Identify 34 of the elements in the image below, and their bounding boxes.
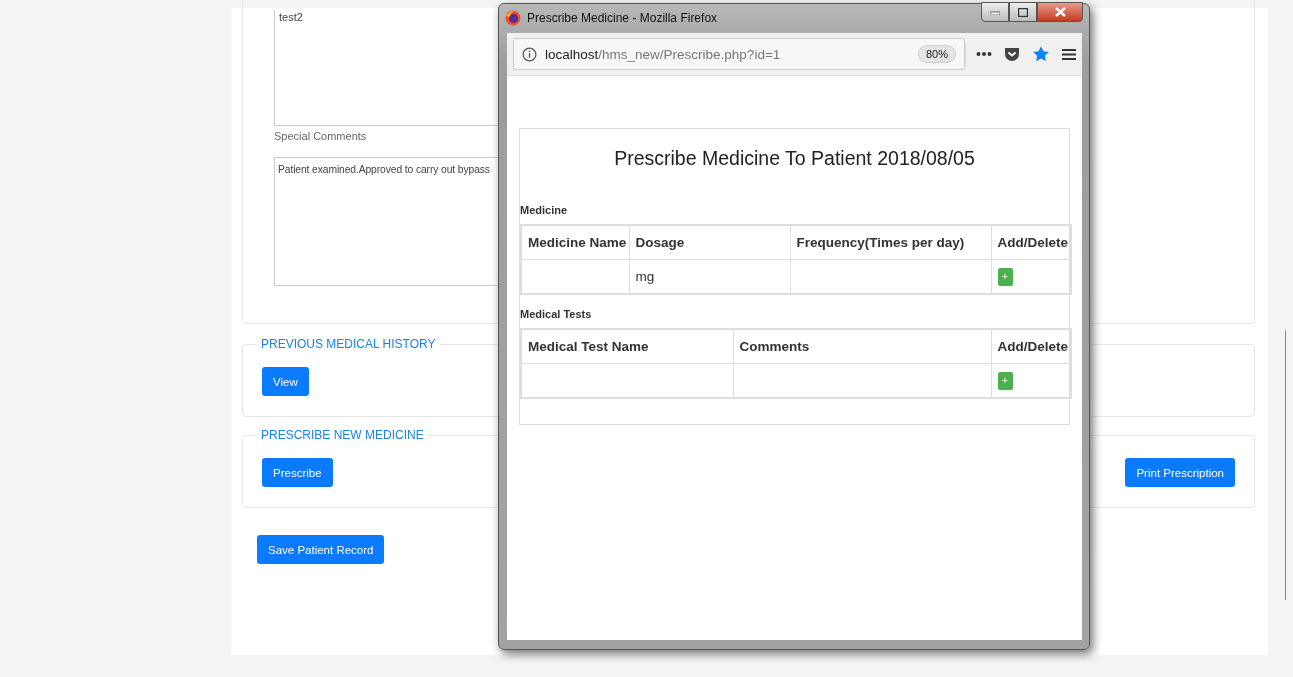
close-button[interactable]: [1037, 2, 1083, 22]
more-icon[interactable]: [976, 51, 992, 57]
zoom-badge[interactable]: 80%: [917, 45, 956, 63]
address-bar[interactable]: localhost/hms_new/Prescribe.php?id=1 80%: [513, 38, 965, 70]
shield-icon[interactable]: [1004, 46, 1020, 62]
section-legend: PRESCRIBE NEW MEDICINE: [257, 428, 428, 442]
save-button[interactable]: Save Patient Record: [257, 535, 385, 564]
page-heading: Prescribe Medicine To Patient 2018/08/05: [613, 146, 976, 171]
field-label: Special Comments: [274, 130, 367, 142]
prescribe-button[interactable]: Prescribe: [262, 458, 333, 487]
add-button[interactable]: +: [997, 267, 1013, 286]
info-icon[interactable]: [522, 46, 537, 62]
table-caption: Medical Tests: [520, 308, 592, 320]
column-header: Add/Delete: [997, 235, 1068, 250]
minimize-icon: [990, 9, 1000, 15]
column-header: Frequency(Times per day): [796, 235, 965, 250]
minimize-button[interactable]: [981, 2, 1009, 22]
section-legend: PREVIOUS MEDICAL HISTORY: [257, 337, 440, 351]
scrollbar[interactable]: [1285, 330, 1286, 600]
column-header: Medical Test Name: [528, 339, 649, 354]
column-header: Comments: [739, 339, 810, 354]
view-button[interactable]: View: [262, 367, 309, 396]
column-header: Add/Delete: [997, 339, 1068, 354]
maximize-button[interactable]: [1009, 2, 1037, 22]
star-icon[interactable]: [1032, 45, 1050, 63]
add-button[interactable]: +: [997, 371, 1013, 390]
maximize-icon: [1018, 7, 1028, 17]
column-header: Dosage: [635, 235, 685, 250]
menu-icon[interactable]: [1062, 47, 1076, 61]
print-button[interactable]: Print Prescription: [1125, 458, 1235, 487]
url-text: localhost/hms_new/Prescribe.php?id=1: [545, 46, 782, 62]
browser-logo-icon: [505, 10, 521, 26]
table-cell: mg: [635, 269, 655, 284]
close-icon: [1054, 7, 1066, 17]
